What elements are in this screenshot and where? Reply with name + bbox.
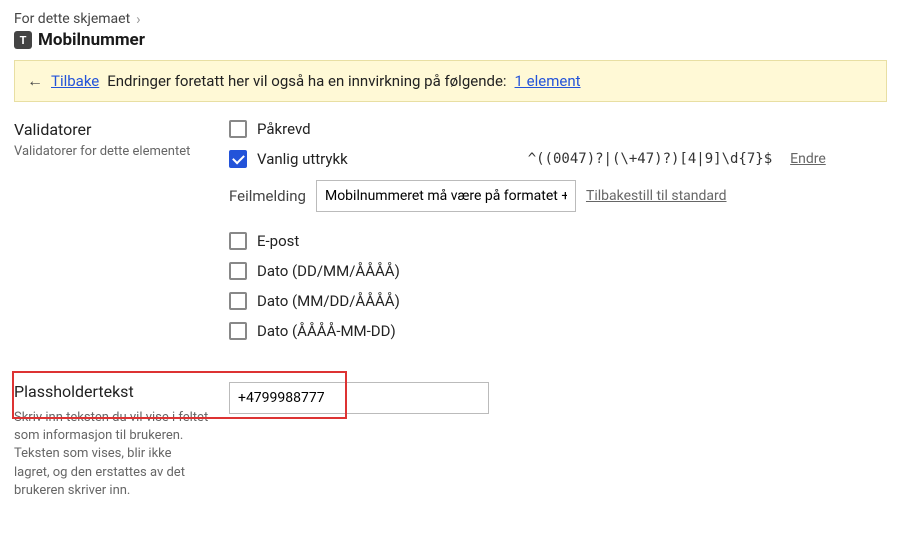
placeholder-label-col: Plassholdertekst Skriv inn teksten du vi…	[14, 382, 209, 500]
text-field-type-icon: T	[14, 31, 32, 49]
error-message-label: Feilmelding	[229, 187, 306, 205]
validators-body: Påkrevd Vanlig uttrykk ^((0047)?|(\+47)?…	[229, 120, 887, 352]
email-row: E-post	[229, 232, 887, 250]
placeholder-label: Plassholdertekst	[14, 382, 209, 401]
validators-section: Validatorer Validatorer for dette elemen…	[14, 120, 887, 352]
reset-error-link[interactable]: Tilbakestill til standard	[586, 188, 727, 204]
placeholder-section: Plassholdertekst Skriv inn teksten du vi…	[14, 382, 887, 500]
email-checkbox[interactable]	[229, 232, 247, 250]
required-label: Påkrevd	[257, 120, 311, 138]
back-arrow-icon: ←	[27, 71, 43, 91]
title-row: T Mobilnummer	[14, 30, 887, 50]
date-iso-row: Dato (ÅÅÅÅ-MM-DD)	[229, 322, 887, 340]
validators-label-col: Validatorer Validatorer for dette elemen…	[14, 120, 209, 352]
date-mm-dd-row: Dato (MM/DD/ÅÅÅÅ)	[229, 292, 887, 310]
error-message-input[interactable]	[316, 180, 576, 212]
email-label: E-post	[257, 232, 299, 250]
date-dd-mm-label: Dato (DD/MM/ÅÅÅÅ)	[257, 262, 400, 280]
regex-checkbox[interactable]	[229, 150, 247, 168]
page-title: Mobilnummer	[38, 30, 145, 50]
date-iso-label: Dato (ÅÅÅÅ-MM-DD)	[257, 322, 396, 340]
regex-pattern: ^((0047)?|(\+47)?)[4|9]\d{7}$	[528, 151, 772, 167]
error-message-row: Feilmelding Tilbakestill til standard	[229, 180, 887, 212]
notice-bar: ← Tilbake Endringer foretatt her vil ogs…	[14, 60, 887, 102]
regex-label: Vanlig uttrykk	[257, 150, 348, 168]
regex-edit-link[interactable]: Endre	[790, 151, 826, 167]
date-mm-dd-label: Dato (MM/DD/ÅÅÅÅ)	[257, 292, 400, 310]
required-checkbox[interactable]	[229, 120, 247, 138]
placeholder-body	[229, 382, 887, 414]
chevron-right-icon: ›	[136, 10, 141, 28]
date-dd-mm-checkbox[interactable]	[229, 262, 247, 280]
required-row: Påkrevd	[229, 120, 887, 138]
breadcrumb: For dette skjemaet ›	[14, 10, 887, 28]
notice-text: Endringer foretatt her vil også ha en in…	[107, 72, 506, 90]
date-iso-checkbox[interactable]	[229, 322, 247, 340]
placeholder-input[interactable]	[229, 382, 489, 414]
placeholder-desc: Skriv inn teksten du vil vise i feltet s…	[14, 409, 209, 500]
back-link[interactable]: Tilbake	[51, 72, 99, 90]
placeholder-highlight: Plassholdertekst	[14, 382, 209, 401]
regex-row: Vanlig uttrykk ^((0047)?|(\+47)?)[4|9]\d…	[229, 150, 887, 168]
breadcrumb-parent[interactable]: For dette skjemaet	[14, 11, 130, 27]
date-mm-dd-checkbox[interactable]	[229, 292, 247, 310]
validators-desc: Validatorer for dette elementet	[14, 143, 209, 161]
validators-label: Validatorer	[14, 120, 209, 139]
date-dd-mm-row: Dato (DD/MM/ÅÅÅÅ)	[229, 262, 887, 280]
affected-count-link[interactable]: 1 element	[515, 72, 581, 90]
